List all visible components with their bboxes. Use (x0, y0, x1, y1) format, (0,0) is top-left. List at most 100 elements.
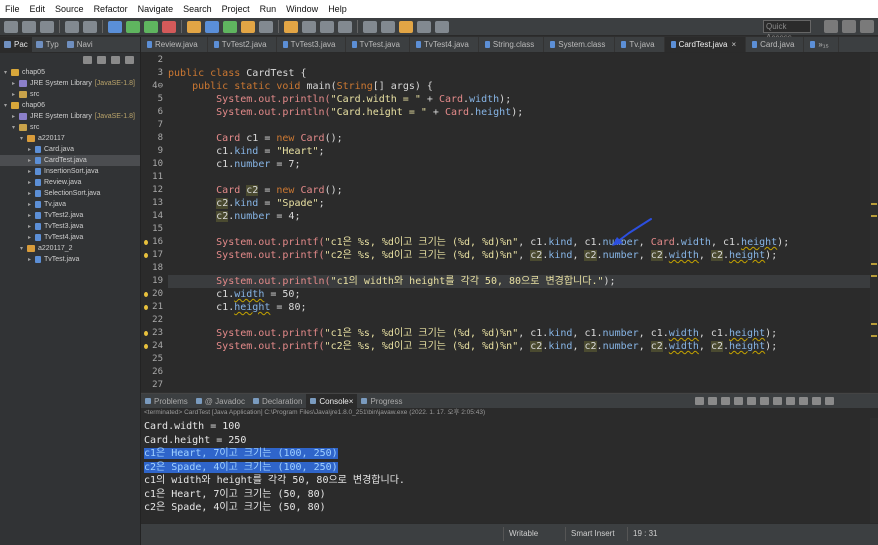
tree-item[interactable]: ▸ JRE System Library [JavaSE-1.8] (0, 78, 140, 89)
show-whitespace-icon[interactable] (320, 20, 334, 33)
java-perspective-icon[interactable] (860, 20, 874, 33)
console-line[interactable]: c1은 Heart, 7이고 크기는 (100, 250) (144, 447, 878, 461)
java-ee-perspective-icon[interactable] (842, 20, 856, 33)
editor-tab[interactable]: String.class (479, 37, 545, 52)
warning-bulb-icon[interactable] (144, 240, 148, 245)
tree-item[interactable]: ▸ CardTest.java (0, 155, 140, 166)
toggle-mark-occurrences-icon[interactable] (284, 20, 298, 33)
skip-breakpoints-icon[interactable] (108, 20, 122, 33)
menu-run[interactable]: Run (255, 4, 282, 14)
menu-help[interactable]: Help (323, 4, 352, 14)
open-console-icon[interactable] (799, 397, 808, 405)
menu-window[interactable]: Window (281, 4, 323, 14)
bottom-tab-progress[interactable]: Progress (357, 397, 406, 406)
menu-navigate[interactable]: Navigate (133, 4, 179, 14)
tree-item[interactable]: ▸ Card.java (0, 144, 140, 155)
warning-bulb-icon[interactable] (144, 331, 148, 336)
bottom-tab-javadoc[interactable]: @ Javadoc (192, 397, 249, 406)
previous-annotation-icon[interactable] (381, 20, 395, 33)
remove-all-icon[interactable] (721, 397, 730, 405)
tree-item[interactable]: ▾ a220117_2 (0, 243, 140, 254)
clear-console-icon[interactable] (734, 397, 743, 405)
word-wrap-icon[interactable] (760, 397, 769, 405)
expand-arrow-icon[interactable]: ▸ (26, 256, 33, 263)
expand-arrow-icon[interactable]: ▸ (26, 190, 33, 197)
warning-bulb-icon[interactable] (144, 305, 148, 310)
warning-marker[interactable] (871, 275, 877, 277)
tree-item[interactable]: ▸ src (0, 89, 140, 100)
tree-item[interactable]: ▸ Tv.java (0, 199, 140, 210)
terminal-icon[interactable] (65, 20, 79, 33)
expand-arrow-icon[interactable]: ▾ (2, 69, 9, 76)
editor-tab[interactable]: Tv.java (615, 37, 665, 52)
display-console-icon[interactable] (786, 397, 795, 405)
back-arrow-icon[interactable] (417, 20, 431, 33)
code-line[interactable]: System.out.printf("c1은 %s, %d이고 크기는 (%d,… (168, 236, 874, 249)
tree-item[interactable]: ▸ Review.java (0, 177, 140, 188)
warning-bulb-icon[interactable] (144, 344, 148, 349)
code-line[interactable]: c1.height = 80; (168, 301, 874, 314)
editor-tab[interactable]: TvTest.java (346, 37, 410, 52)
collapse-all-icon[interactable] (83, 56, 92, 64)
code-line[interactable] (168, 119, 874, 132)
code-line[interactable] (168, 353, 874, 366)
menu-edit[interactable]: Edit (25, 4, 51, 14)
task-icon[interactable] (83, 20, 97, 33)
tree-item[interactable]: ▸ TvTest2.java (0, 210, 140, 221)
left-tab-typ[interactable]: Typ (32, 40, 63, 49)
expand-arrow-icon[interactable]: ▸ (26, 168, 33, 175)
expand-arrow-icon[interactable]: ▾ (18, 135, 25, 142)
quick-access-input[interactable]: Quick Access (763, 20, 811, 42)
warning-marker[interactable] (871, 203, 877, 205)
minimize-icon[interactable] (812, 397, 821, 405)
tree-item[interactable]: ▾ chap06 (0, 100, 140, 111)
warning-marker[interactable] (871, 215, 877, 217)
tree-item[interactable]: ▸ SelectionSort.java (0, 188, 140, 199)
editor-tab[interactable]: CardTest.java × (664, 37, 747, 52)
tree-item[interactable]: ▸ TvTest.java (0, 254, 140, 265)
save-icon[interactable] (22, 20, 36, 33)
menu-project[interactable]: Project (217, 4, 255, 14)
code-line[interactable]: System.out.printf("c1은 %s, %d이고 크기는 (%d,… (168, 327, 874, 340)
code-line[interactable]: c2.kind = "Spade"; (168, 197, 874, 210)
editor-tab[interactable]: TvTest3.java (277, 37, 346, 52)
expand-arrow-icon[interactable]: ▸ (10, 80, 17, 87)
console-line[interactable]: c1의 width와 height를 각각 50, 80으로 변경합니다. (144, 474, 878, 488)
terminate-icon[interactable] (695, 397, 704, 405)
last-edit-location-icon[interactable] (399, 20, 413, 33)
forward-arrow-icon[interactable] (435, 20, 449, 33)
search-icon[interactable] (259, 20, 273, 33)
code-line[interactable]: System.out.println("c1의 width와 height를 각… (168, 275, 874, 288)
coverage-icon[interactable] (162, 20, 176, 33)
debug-icon[interactable] (126, 20, 140, 33)
tree-item[interactable]: ▾ src (0, 122, 140, 133)
new-icon[interactable] (4, 20, 18, 33)
expand-arrow-icon[interactable]: ▸ (26, 234, 33, 241)
code-line[interactable]: System.out.println("Card.height = " + Ca… (168, 106, 874, 119)
editor-tab[interactable]: Review.java (141, 37, 208, 52)
next-annotation-icon[interactable] (363, 20, 377, 33)
code-line[interactable]: c1.kind = "Heart"; (168, 145, 874, 158)
new-class-icon[interactable] (223, 20, 237, 33)
pin-console-icon[interactable] (773, 397, 782, 405)
toggle-word-wrap-icon[interactable] (302, 20, 316, 33)
code-editor[interactable]: 2 3 4⊖ 5 6 7 8 9 10 11 12 13 14 15 16 17 18 19 20 21 22 23 24 2… (141, 53, 878, 392)
expand-arrow-icon[interactable]: ▸ (26, 212, 33, 219)
console-line[interactable]: c1은 Heart, 7이고 크기는 (50, 80) (144, 488, 878, 502)
code-line[interactable] (168, 314, 874, 327)
code-line[interactable]: Card c2 = new Card(); (168, 184, 874, 197)
editor-tab[interactable]: »₁₅ (804, 37, 839, 52)
warning-marker[interactable] (871, 323, 877, 325)
expand-arrow-icon[interactable]: ▸ (26, 146, 33, 153)
expand-arrow-icon[interactable]: ▸ (26, 157, 33, 164)
bottom-tab-console[interactable]: Console × (306, 394, 358, 408)
code-line[interactable] (168, 223, 874, 236)
code-line[interactable]: System.out.println("Card.width = " + Car… (168, 93, 874, 106)
expand-arrow-icon[interactable]: ▸ (26, 223, 33, 230)
code-line[interactable] (168, 366, 874, 379)
menu-refactor[interactable]: Refactor (89, 4, 133, 14)
pilcrow-icon[interactable] (338, 20, 352, 33)
expand-arrow-icon[interactable]: ▾ (2, 102, 9, 109)
code-line[interactable]: c2.number = 4; (168, 210, 874, 223)
overview-ruler[interactable] (870, 53, 878, 392)
